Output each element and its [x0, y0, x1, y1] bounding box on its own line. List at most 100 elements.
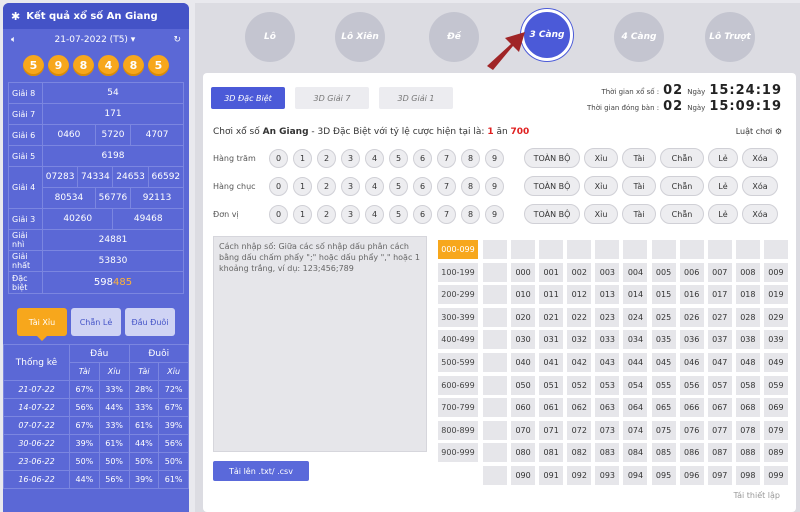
- number-cell[interactable]: 071: [539, 420, 564, 440]
- number-cell[interactable]: 020: [511, 307, 536, 327]
- number-cell[interactable]: 036: [679, 330, 704, 350]
- number-cell[interactable]: 062: [567, 398, 592, 418]
- mode-6[interactable]: Lô Trượt: [705, 12, 755, 62]
- number-cell[interactable]: 002: [567, 262, 592, 282]
- number-cell[interactable]: 035: [651, 330, 676, 350]
- number-cell[interactable]: 029: [763, 307, 788, 327]
- number-cell[interactable]: 076: [679, 420, 704, 440]
- digit-button[interactable]: 9: [485, 176, 504, 196]
- digit-button[interactable]: 5: [389, 176, 408, 196]
- number-cell[interactable]: 088: [735, 443, 760, 463]
- range-button[interactable]: 400-499: [438, 330, 478, 350]
- number-cell[interactable]: 027: [707, 307, 732, 327]
- number-cell[interactable]: 043: [595, 352, 620, 372]
- mode-2[interactable]: Lô Xiên: [335, 12, 385, 62]
- number-cell[interactable]: 018: [735, 285, 760, 305]
- digit-button[interactable]: 7: [437, 148, 456, 168]
- subtab[interactable]: 3D Đặc Biệt: [211, 87, 285, 109]
- number-cell[interactable]: 033: [595, 330, 620, 350]
- number-cell[interactable]: 074: [623, 420, 648, 440]
- number-cell[interactable]: 070: [511, 420, 536, 440]
- number-cell[interactable]: 044: [623, 352, 648, 372]
- number-cell[interactable]: 072: [567, 420, 592, 440]
- number-cell[interactable]: 095: [651, 465, 676, 485]
- number-cell[interactable]: 030: [511, 330, 536, 350]
- number-cell[interactable]: 006: [679, 262, 704, 282]
- number-cell[interactable]: 093: [595, 465, 620, 485]
- number-cell[interactable]: 023: [595, 307, 620, 327]
- quick-select-button[interactable]: Chẵn: [660, 148, 704, 168]
- stat-tab[interactable]: Tài Xỉu: [17, 308, 67, 341]
- digit-button[interactable]: 9: [485, 204, 504, 224]
- number-cell[interactable]: 039: [763, 330, 788, 350]
- digit-button[interactable]: 7: [437, 204, 456, 224]
- number-cell[interactable]: 045: [651, 352, 676, 372]
- number-cell[interactable]: 097: [707, 465, 732, 485]
- number-cell[interactable]: 051: [539, 375, 564, 395]
- number-cell[interactable]: 098: [735, 465, 760, 485]
- number-cell[interactable]: 068: [735, 398, 760, 418]
- number-cell[interactable]: 019: [763, 285, 788, 305]
- number-cell[interactable]: 042: [567, 352, 592, 372]
- refresh-icon[interactable]: ↻: [173, 35, 181, 45]
- number-cell[interactable]: 010: [511, 285, 536, 305]
- range-button[interactable]: 300-399: [438, 307, 478, 327]
- number-cell[interactable]: 085: [651, 443, 676, 463]
- digit-button[interactable]: 7: [437, 176, 456, 196]
- number-cell[interactable]: 066: [679, 398, 704, 418]
- number-cell[interactable]: 060: [511, 398, 536, 418]
- number-cell[interactable]: 094: [623, 465, 648, 485]
- number-cell[interactable]: 053: [595, 375, 620, 395]
- quick-select-button[interactable]: Xóa: [742, 176, 778, 196]
- quick-select-button[interactable]: Xỉu: [584, 176, 618, 196]
- number-cell[interactable]: 063: [595, 398, 620, 418]
- quick-select-button[interactable]: Xỉu: [584, 204, 618, 224]
- digit-button[interactable]: 8: [461, 176, 480, 196]
- mode-3[interactable]: Đề: [429, 12, 479, 62]
- number-cell[interactable]: 092: [567, 465, 592, 485]
- number-cell[interactable]: 015: [651, 285, 676, 305]
- quick-select-button[interactable]: TOÀN BỘ: [524, 204, 580, 224]
- quick-select-button[interactable]: Chẵn: [660, 176, 704, 196]
- number-cell[interactable]: 075: [651, 420, 676, 440]
- number-cell[interactable]: 064: [623, 398, 648, 418]
- number-cell[interactable]: 014: [623, 285, 648, 305]
- number-cell[interactable]: 057: [707, 375, 732, 395]
- number-cell[interactable]: 096: [679, 465, 704, 485]
- number-cell[interactable]: 078: [735, 420, 760, 440]
- number-cell[interactable]: 050: [511, 375, 536, 395]
- range-button[interactable]: 100-199: [438, 262, 478, 282]
- number-cell[interactable]: 012: [567, 285, 592, 305]
- digit-button[interactable]: 2: [317, 204, 336, 224]
- digit-button[interactable]: 4: [365, 204, 384, 224]
- number-cell[interactable]: 059: [763, 375, 788, 395]
- number-cell[interactable]: 077: [707, 420, 732, 440]
- number-cell[interactable]: 011: [539, 285, 564, 305]
- number-cell[interactable]: 028: [735, 307, 760, 327]
- number-cell[interactable]: 007: [707, 262, 732, 282]
- number-cell[interactable]: 047: [707, 352, 732, 372]
- number-cell[interactable]: 061: [539, 398, 564, 418]
- digit-button[interactable]: 4: [365, 148, 384, 168]
- number-cell[interactable]: 032: [567, 330, 592, 350]
- digit-button[interactable]: 0: [269, 148, 288, 168]
- digit-button[interactable]: 8: [461, 148, 480, 168]
- digit-button[interactable]: 2: [317, 148, 336, 168]
- number-cell[interactable]: 025: [651, 307, 676, 327]
- number-cell[interactable]: 024: [623, 307, 648, 327]
- number-cell[interactable]: 084: [623, 443, 648, 463]
- number-cell[interactable]: 090: [511, 465, 536, 485]
- digit-button[interactable]: 3: [341, 176, 360, 196]
- range-button[interactable]: 900-999: [438, 443, 478, 463]
- digit-button[interactable]: 2: [317, 176, 336, 196]
- number-input[interactable]: Cách nhập số: Giữa các số nhập dấu phân …: [213, 236, 427, 452]
- number-cell[interactable]: 069: [763, 398, 788, 418]
- quick-select-button[interactable]: Tài: [622, 204, 656, 224]
- quick-select-button[interactable]: Xóa: [742, 148, 778, 168]
- quick-select-button[interactable]: TOÀN BỘ: [524, 148, 580, 168]
- digit-button[interactable]: 5: [389, 148, 408, 168]
- number-cell[interactable]: 003: [595, 262, 620, 282]
- number-cell[interactable]: 031: [539, 330, 564, 350]
- stat-tab[interactable]: Đầu Đuôi: [125, 308, 175, 336]
- digit-button[interactable]: 1: [293, 176, 312, 196]
